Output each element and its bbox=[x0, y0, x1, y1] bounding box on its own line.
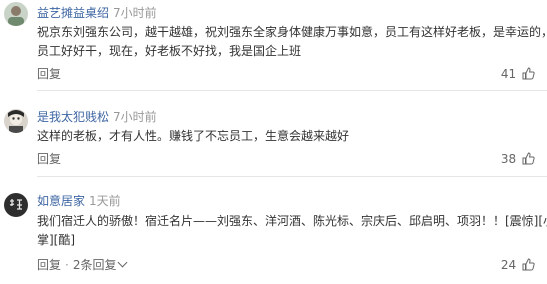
username[interactable]: 是我太犯贱松 bbox=[37, 110, 109, 124]
chevron-down-icon bbox=[118, 257, 128, 268]
comment-header: 是我太犯贱松 7小时前 bbox=[37, 110, 157, 124]
reply-button[interactable]: 回复 bbox=[37, 258, 61, 272]
thumbs-up-icon bbox=[522, 67, 535, 80]
comment-actions: 回复 · 2条回复 bbox=[37, 257, 128, 272]
comment-text: 我们宿迁人的骄傲！宿迁名片——刘强东、洋河酒、陈光标、宗庆后、邱启明、项羽！！[… bbox=[37, 212, 547, 250]
timestamp: 7小时前 bbox=[113, 110, 157, 124]
timestamp: 1天前 bbox=[89, 194, 121, 208]
comment-actions: 回复 bbox=[37, 152, 61, 166]
divider bbox=[37, 176, 547, 177]
comment-line: 员工好好干，现在，好老板不好找，我是国企上班 bbox=[37, 44, 302, 58]
thumbs-up-icon bbox=[522, 258, 535, 271]
avatar[interactable] bbox=[4, 2, 28, 26]
comment-item: 如意居家 1天前 我们宿迁人的骄傲！宿迁名片——刘强东、洋河酒、陈光标、宗庆后、邱… bbox=[0, 178, 547, 284]
comment-header: 益艺摊益桌绍 7小时前 bbox=[37, 6, 157, 20]
comment-line: 掌][酷] bbox=[37, 233, 76, 247]
reply-button[interactable]: 回复 bbox=[37, 67, 61, 81]
reply-button[interactable]: 回复 bbox=[37, 152, 61, 166]
comment-text: 这样的老板，才有人性。赚钱了不忘员工，生意会越来越好 bbox=[37, 127, 547, 146]
like-button[interactable]: 24 bbox=[501, 258, 535, 272]
comment-item: 是我太犯贱松 7小时前 这样的老板，才有人性。赚钱了不忘员工，生意会越来越好 回复… bbox=[0, 91, 547, 178]
like-button[interactable]: 41 bbox=[501, 67, 535, 81]
username[interactable]: 益艺摊益桌绍 bbox=[37, 6, 109, 20]
like-count: 41 bbox=[500, 67, 517, 81]
comment-header: 如意居家 1天前 bbox=[37, 194, 121, 208]
more-replies-label: 2条回复 bbox=[72, 258, 117, 272]
comment-actions: 回复 bbox=[37, 67, 61, 81]
comment-line: 这样的老板，才有人性。赚钱了不忘员工，生意会越来越好 bbox=[37, 129, 350, 143]
more-replies-button[interactable]: 2条回复 bbox=[72, 257, 128, 272]
comment-item: 益艺摊益桌绍 7小时前 祝京东刘强东公司，越干越雄，祝刘强东全家身体健康万事如意，… bbox=[0, 0, 547, 91]
username[interactable]: 如意居家 bbox=[37, 194, 85, 208]
timestamp: 7小时前 bbox=[113, 6, 157, 20]
comment-text: 祝京东刘强东公司，越干越雄，祝刘强东全家身体健康万事如意，员工有这样好老板，是幸… bbox=[37, 23, 547, 61]
comment-line: 祝京东刘强东公司，越干越雄，祝刘强东全家身体健康万事如意，员工有这样好老板，是幸… bbox=[37, 25, 547, 39]
avatar[interactable] bbox=[4, 109, 28, 133]
comment-line: 我们宿迁人的骄傲！宿迁名片——刘强东、洋河酒、陈光标、宗庆后、邱启明、项羽！！[… bbox=[37, 214, 547, 228]
thumbs-up-icon bbox=[522, 152, 535, 165]
separator-dot: · bbox=[65, 258, 69, 272]
like-count: 24 bbox=[500, 258, 517, 272]
like-count: 38 bbox=[500, 152, 517, 166]
avatar[interactable] bbox=[4, 193, 28, 217]
like-button[interactable]: 38 bbox=[501, 152, 535, 166]
